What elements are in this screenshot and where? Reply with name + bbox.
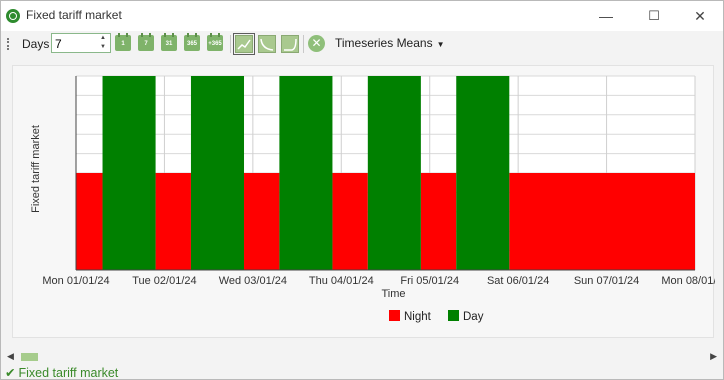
horizontal-scrollbar[interactable]: ◀ ▶	[1, 350, 723, 364]
bar-night	[244, 173, 280, 270]
bar-night	[155, 173, 191, 270]
step-chart-icon[interactable]	[281, 35, 299, 53]
app-window: Fixed tariff market — ☐ ✕ Days ▲▼ 1 7 31…	[0, 0, 724, 380]
status-bar: ✔ Fixed tariff market	[5, 365, 118, 380]
bar-night	[332, 173, 368, 270]
days-spinner[interactable]: ▲ ▼	[97, 34, 109, 52]
window-title: Fixed tariff market	[26, 8, 122, 22]
chart-canvas: Mon 01/01/24 Tue 02/01/24 Wed 03/01/24 Thu …	[30, 75, 715, 323]
x-axis-title: Time	[381, 288, 405, 300]
x-tick-label: Thu 04/01/24	[309, 275, 374, 287]
bar-night	[420, 173, 457, 270]
1-day-button[interactable]: 1	[115, 33, 131, 51]
x-tick-label: Mon 01/01/24	[42, 275, 109, 287]
31-day-button[interactable]: 31	[161, 33, 177, 51]
close-button[interactable]: ✕	[677, 3, 723, 29]
x-tick-label: Fri 05/01/24	[400, 275, 459, 287]
minimize-button[interactable]: —	[583, 3, 629, 29]
timeseries-means-dropdown[interactable]: Timeseries Means ▼	[335, 36, 445, 50]
toolbar-separator	[230, 35, 231, 53]
app-logo-icon	[6, 9, 20, 23]
scroll-left-icon[interactable]: ◀	[7, 351, 14, 362]
timeseries-means-label: Timeseries Means	[335, 36, 433, 50]
toolbar: Days ▲▼ 1 7 31 365 +365 ✕ Timeseries Mea…	[1, 31, 723, 57]
maximize-button[interactable]: ☐	[631, 3, 677, 29]
toolbar-grip[interactable]	[7, 38, 10, 50]
legend-swatch-day	[448, 310, 459, 321]
bar-night	[76, 173, 103, 270]
x-tick-label: Sun 07/01/24	[574, 275, 639, 287]
bar-day	[367, 76, 421, 270]
chart-panel: Mon 01/01/24 Tue 02/01/24 Wed 03/01/24 Thu …	[12, 65, 715, 338]
all-days-button[interactable]: +365	[207, 33, 223, 51]
title-bar: Fixed tariff market — ☐ ✕	[1, 1, 723, 31]
chevron-down-icon: ▼	[436, 40, 445, 49]
365-day-button[interactable]: 365	[184, 33, 200, 51]
x-tick-label: Wed 03/01/24	[219, 275, 287, 287]
scroll-right-icon[interactable]: ▶	[710, 351, 717, 362]
scroll-thumb[interactable]	[21, 353, 38, 361]
legend-swatch-night	[389, 310, 400, 321]
legend-label-night: Night	[404, 311, 432, 323]
y-axis-title: Fixed tariff market	[30, 125, 42, 213]
x-tick-label: Tue 02/01/24	[132, 275, 196, 287]
legend-label-day: Day	[463, 311, 484, 323]
x-tick-label: Mon 08/01/24	[661, 275, 715, 287]
7-day-button[interactable]: 7	[138, 33, 154, 51]
bar-day	[190, 76, 245, 270]
bar-day	[279, 76, 333, 270]
status-text: Fixed tariff market	[18, 366, 119, 380]
clear-icon[interactable]: ✕	[308, 35, 325, 52]
check-icon: ✔	[5, 366, 16, 380]
area-chart-icon[interactable]	[258, 35, 276, 53]
toolbar-separator	[303, 35, 304, 53]
bar-day	[456, 76, 510, 270]
bar-day	[102, 76, 156, 270]
x-tick-label: Sat 06/01/24	[487, 275, 549, 287]
days-label: Days	[22, 37, 50, 51]
bar-night	[509, 173, 695, 270]
line-chart-icon[interactable]	[233, 33, 255, 55]
